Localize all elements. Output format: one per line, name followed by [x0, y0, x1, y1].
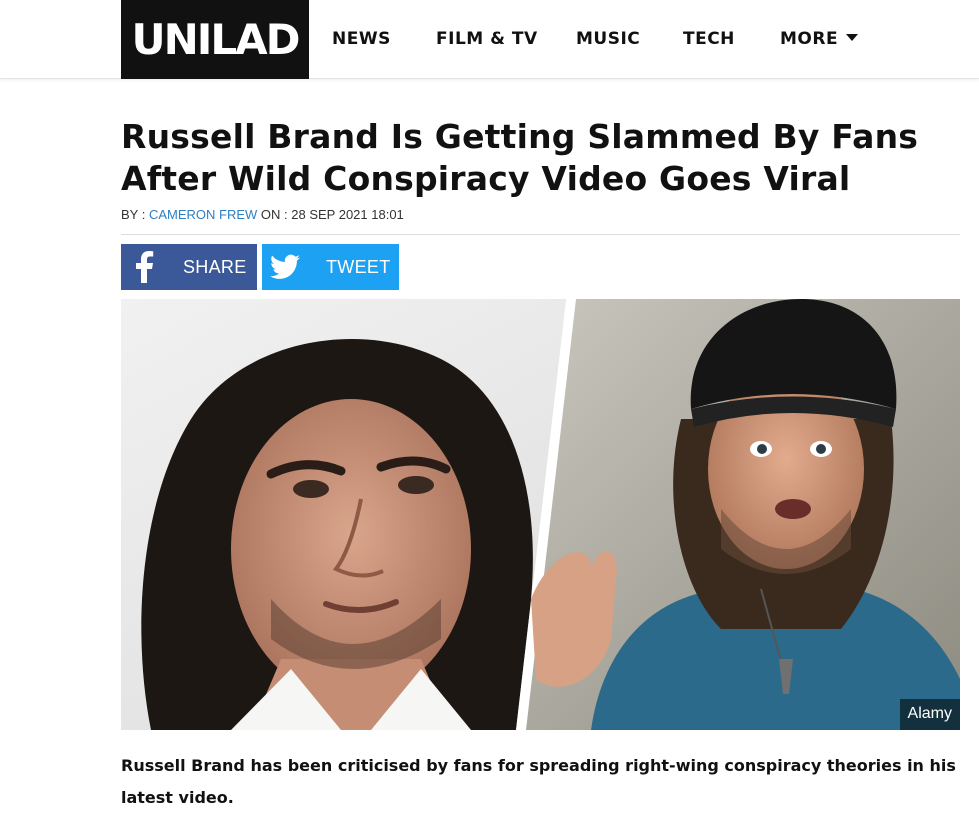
facebook-share-label: SHARE — [183, 256, 247, 277]
facebook-share-button[interactable]: SHARE — [121, 244, 257, 290]
date-prefix: ON : — [257, 207, 292, 222]
site-header: UNILAD NEWS FILM & TV MUSIC TECH MORE — [0, 0, 979, 79]
nav-item-more-label: MORE — [780, 29, 839, 49]
chevron-down-icon — [846, 33, 859, 41]
hero-photo-composite — [121, 299, 960, 730]
nav-item-more[interactable]: MORE — [780, 28, 859, 50]
article-hero-image: Alamy — [121, 299, 960, 730]
nav-item-music[interactable]: MUSIC — [576, 28, 640, 50]
twitter-share-button[interactable]: TWEET — [262, 244, 399, 290]
nav-item-news[interactable]: NEWS — [332, 28, 391, 50]
nav-item-film-tv[interactable]: FILM & TV — [436, 28, 538, 50]
author-link[interactable]: CAMERON FREW — [149, 207, 257, 222]
divider — [121, 234, 960, 235]
byline-prefix: BY : — [121, 207, 149, 222]
logo-text: UNILAD — [131, 14, 300, 64]
publish-date: 28 SEP 2021 18:01 — [291, 207, 404, 222]
byline: BY : CAMERON FREW ON : 28 SEP 2021 18:01 — [121, 207, 404, 222]
article-headline: Russell Brand Is Getting Slammed By Fans… — [121, 117, 919, 198]
nav-item-tech[interactable]: TECH — [683, 28, 735, 50]
site-logo[interactable]: UNILAD — [121, 0, 309, 79]
facebook-icon — [121, 244, 167, 290]
article-intro: Russell Brand has been criticised by fan… — [121, 756, 956, 807]
twitter-share-label: TWEET — [326, 256, 391, 277]
image-credit: Alamy — [899, 699, 960, 730]
twitter-icon — [262, 244, 308, 290]
